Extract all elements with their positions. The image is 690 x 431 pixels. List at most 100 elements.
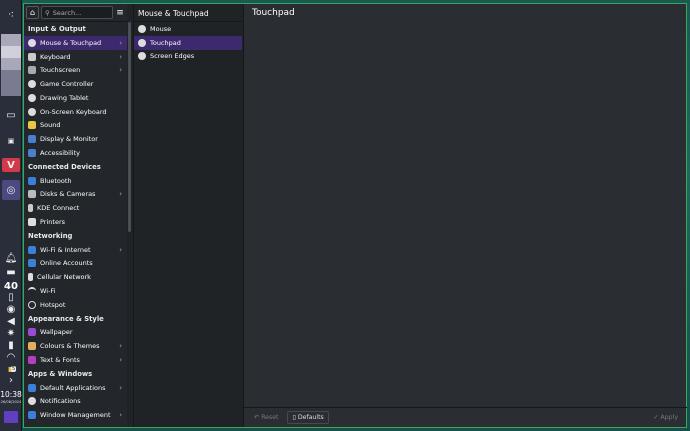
- desktop-pager-4[interactable]: [1, 70, 21, 96]
- sidebar-item-label: Default Applications: [40, 383, 106, 392]
- settings-app-icon[interactable]: ◎: [2, 180, 20, 200]
- subpanel-item-touchpad[interactable]: Touchpad: [134, 35, 242, 50]
- desktop-pager-1[interactable]: [1, 34, 21, 46]
- check-icon: ✓: [653, 414, 659, 421]
- search-input[interactable]: ⚲ Search...: [41, 6, 113, 19]
- subpanel-item-screen-edges[interactable]: Screen Edges: [134, 50, 242, 64]
- sidebar-item-printers[interactable]: Printers: [24, 215, 127, 229]
- clock-date[interactable]: 26/08/2024: [0, 400, 22, 404]
- palette-icon: [28, 342, 36, 351]
- disk-icon: [28, 190, 36, 199]
- terminal-icon[interactable]: ▣: [2, 134, 20, 148]
- touchpad-icon: [138, 38, 146, 47]
- chevron-right-icon: ›: [119, 38, 122, 47]
- sidebar-item-label: Hotspot: [40, 300, 66, 309]
- sidebar-item-label: Wi-Fi & Internet: [40, 245, 91, 254]
- brightness-icon[interactable]: ✷: [2, 328, 20, 339]
- desktop-pager-2[interactable]: [1, 46, 21, 58]
- chevron-right-icon: ›: [119, 355, 122, 364]
- default-apps-icon: [28, 383, 36, 392]
- document-icon: ▯: [292, 414, 296, 421]
- sidebar-item-label: Colours & Themes: [40, 342, 100, 351]
- sidebar-item-cellular[interactable]: Cellular Network: [24, 270, 127, 284]
- sidebar-item-mouse-touchpad[interactable]: Mouse & Touchpad ›: [24, 36, 127, 50]
- sidebar-item-sound[interactable]: Sound: [24, 119, 127, 133]
- page-title: Touchpad: [252, 8, 295, 18]
- sidebar-item-touchscreen[interactable]: Touchscreen ›: [24, 64, 127, 78]
- apply-label: Apply: [660, 414, 678, 421]
- sidebar-item-label: Wallpaper: [40, 328, 73, 337]
- sidebar-item-label: Text & Fonts: [40, 355, 80, 364]
- mouse-icon: [28, 38, 36, 47]
- printer-icon: [28, 217, 36, 226]
- sidebar-toolbar: ⌂ ⚲ Search... ≡: [24, 4, 127, 22]
- font-icon: [28, 355, 36, 364]
- category-apps-windows: Apps & Windows: [28, 369, 93, 378]
- clipboard-icon[interactable]: ▯: [2, 292, 20, 303]
- sidebar-item-label: Touchscreen: [40, 66, 81, 75]
- sidebar-item-game-controller[interactable]: Game Controller: [24, 77, 127, 91]
- accounts-icon: [28, 259, 36, 268]
- apply-button[interactable]: ✓ Apply: [648, 411, 683, 424]
- content-panel: Touchpad ↶ Reset ▯ Defaults ✓ Apply: [243, 4, 687, 427]
- sidebar-item-hotspot[interactable]: Hotspot: [24, 298, 127, 312]
- sidebar-item-wifi-internet[interactable]: Wi-Fi & Internet ›: [24, 243, 127, 257]
- sidebar-item-bluetooth[interactable]: Bluetooth: [24, 174, 127, 188]
- clock-time[interactable]: 10:38: [0, 390, 22, 399]
- sidebar-item-wallpaper[interactable]: Wallpaper: [24, 326, 127, 340]
- sidebar-item-notifications[interactable]: Notifications: [24, 395, 127, 409]
- network-icon[interactable]: ◉: [2, 304, 20, 315]
- monitor-icon: [28, 135, 36, 144]
- sidebar-item-onscreen-keyboard[interactable]: On-Screen Keyboard: [24, 105, 127, 119]
- wifi-icon[interactable]: ◠: [2, 352, 20, 363]
- show-desktop-button[interactable]: [4, 411, 18, 423]
- sidebar-item-default-apps[interactable]: Default Applications ›: [24, 381, 127, 395]
- taskbar: ⁖ ▭ ▣ V ◎ 🔔︎ ▬ 40 ▯ ◉ ◀ ✷ ▮ ◠ ▪ 5 › 10:3…: [0, 0, 22, 431]
- app-launcher-icon[interactable]: ⁖: [2, 8, 20, 21]
- bell-icon[interactable]: 🔔︎: [2, 253, 20, 264]
- sidebar-item-label: Cellular Network: [37, 273, 91, 282]
- category-networking: Networking: [28, 231, 73, 240]
- sidebar-item-disks-cameras[interactable]: Disks & Cameras ›: [24, 188, 127, 202]
- sidebar-item-online-accounts[interactable]: Online Accounts: [24, 257, 127, 271]
- sidebar-scrollbar[interactable]: [128, 22, 131, 232]
- category-input-output: Input & Output: [28, 25, 86, 33]
- sidebar-item-accessibility[interactable]: Accessibility: [24, 146, 127, 160]
- sidebar-item-kde-connect[interactable]: KDE Connect: [24, 201, 127, 215]
- defaults-button[interactable]: ▯ Defaults: [287, 411, 329, 424]
- folder-icon[interactable]: ▭: [2, 108, 20, 122]
- sidebar-item-window-management[interactable]: Window Management ›: [24, 408, 127, 422]
- globe-icon: [28, 245, 36, 254]
- subpanel-item-label: Touchpad: [150, 38, 181, 47]
- sidebar-item-display[interactable]: Display & Monitor: [24, 132, 127, 146]
- sidebar-item-label: Display & Monitor: [40, 135, 98, 144]
- subpanel-item-mouse[interactable]: Mouse: [134, 22, 242, 36]
- sidebar-item-drawing-tablet[interactable]: Drawing Tablet: [24, 91, 127, 105]
- tablet-icon: [28, 93, 36, 102]
- drive-icon[interactable]: ▬: [2, 267, 20, 278]
- chevron-right-icon: ›: [119, 245, 122, 254]
- home-button[interactable]: ⌂: [26, 6, 39, 19]
- sidebar: ⌂ ⚲ Search... ≡ Input & Output Mouse & To…: [24, 4, 127, 427]
- desktop-pager-3[interactable]: [1, 58, 21, 70]
- wallpaper-icon: [28, 328, 36, 337]
- sidebar-item-colours-themes[interactable]: Colours & Themes ›: [24, 339, 127, 353]
- sidebar-item-wifi[interactable]: Wi-Fi: [24, 284, 127, 298]
- search-placeholder: Search...: [52, 8, 82, 17]
- touchscreen-icon: [28, 66, 36, 75]
- sidebar-item-label: Disks & Cameras: [40, 190, 96, 199]
- wifi-icon: [28, 286, 36, 295]
- defaults-label: Defaults: [297, 414, 324, 421]
- chevron-up-icon[interactable]: ›: [2, 375, 20, 386]
- volume-icon[interactable]: ◀: [2, 316, 20, 327]
- accessibility-icon: [28, 148, 36, 157]
- chevron-right-icon: ›: [119, 342, 122, 351]
- battery-icon[interactable]: ▮: [2, 340, 20, 351]
- sidebar-item-label: Accessibility: [40, 148, 80, 157]
- hamburger-icon[interactable]: ≡: [115, 8, 125, 18]
- vivaldi-icon[interactable]: V: [2, 158, 20, 172]
- reset-button[interactable]: ↶ Reset: [249, 411, 283, 424]
- sidebar-item-text-fonts[interactable]: Text & Fonts ›: [24, 353, 127, 367]
- sidebar-item-keyboard[interactable]: Keyboard ›: [24, 50, 127, 64]
- counter-badge[interactable]: 40: [2, 280, 20, 292]
